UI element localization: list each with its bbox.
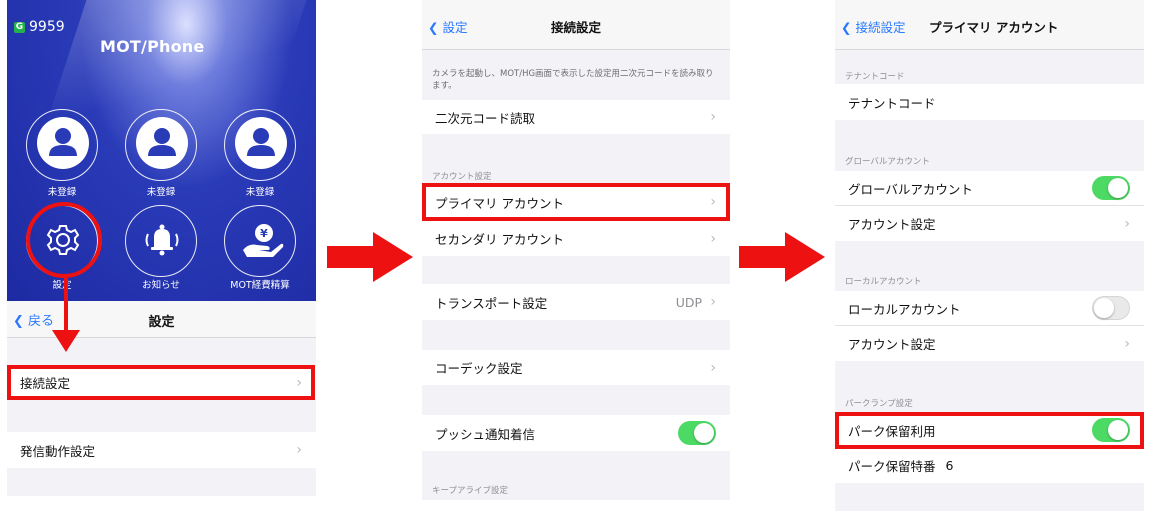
list-item-label: セカンダリ アカウント	[435, 232, 564, 247]
list-item-primary-account[interactable]: プライマリ アカウント ›	[422, 184, 730, 220]
user-icon	[235, 117, 287, 169]
gear-icon	[46, 225, 80, 255]
extension-number-text: 9959	[29, 19, 65, 35]
settings-button[interactable]	[26, 205, 98, 277]
chevron-right-icon: ›	[710, 294, 716, 310]
list-item-secondary-account[interactable]: セカンダリ アカウント ›	[422, 221, 730, 256]
user-icon	[37, 117, 89, 169]
page-title: 接続設定	[550, 20, 601, 35]
chevron-right-icon: ›	[710, 359, 716, 376]
chevron-right-icon: ›	[710, 230, 716, 247]
chevron-right-icon: ›	[296, 442, 302, 458]
list-item-local-account-settings[interactable]: アカウント設定 ›	[835, 326, 1144, 361]
list-item-label: パーク保留特番	[848, 459, 936, 474]
arrow-down-icon	[52, 330, 80, 352]
list-item-label: トランスポート設定	[435, 295, 548, 311]
account-2-button[interactable]	[125, 109, 197, 181]
notice-button[interactable]	[125, 205, 197, 277]
money-hand-icon: ¥	[243, 224, 284, 257]
chevron-right-icon: ›	[710, 194, 716, 210]
list-item-label: テナントコード	[848, 95, 936, 111]
section-header-global: グローバルアカウント	[845, 157, 930, 167]
list-item-park-use: パーク保留利用	[835, 413, 1144, 448]
back-button-label: 接続設定	[855, 20, 906, 35]
list-item-label: 二次元コード読取	[435, 110, 536, 126]
toggle-knob	[1108, 420, 1128, 440]
primary-account-screen: ❮ 接続設定 プライマリ アカウント テナントコード テナントコード グローバル…	[835, 0, 1144, 511]
list-item-label: プライマリ アカウント	[435, 195, 564, 211]
arrow-right-icon	[739, 232, 825, 282]
extension-number: G 9959	[14, 19, 65, 35]
section-header-local: ローカルアカウント	[845, 277, 922, 287]
nav-bar: ❮ 接続設定 プライマリ アカウント	[835, 0, 1144, 50]
app-logo: MOT/Phone	[100, 37, 205, 56]
local-account-toggle[interactable]	[1092, 296, 1130, 320]
list-item-global-account: グローバルアカウント	[835, 171, 1144, 206]
page-title: プライマリ アカウント	[929, 20, 1059, 35]
list-item-label: 接続設定	[20, 376, 71, 391]
user-icon	[136, 117, 188, 169]
push-toggle[interactable]	[678, 421, 716, 445]
chevron-left-icon: ❮	[841, 20, 852, 35]
park-use-toggle[interactable]	[1092, 418, 1130, 442]
qr-description: カメラを起動し、MOT/HG画面で表示した設定用二次元コードを読み取ります。	[432, 69, 714, 91]
list-item-label: ローカルアカウント	[848, 301, 961, 317]
toggle-knob	[1108, 178, 1128, 198]
list-item-label: プッシュ通知着信	[435, 426, 536, 442]
section-header-account: アカウント設定	[432, 172, 492, 182]
list-item-outgoing-settings[interactable]: 発信動作設定 ›	[7, 432, 316, 468]
app-badge-icon: G	[14, 21, 25, 33]
toggle-knob	[1094, 298, 1114, 318]
park-number-value: 6	[945, 458, 954, 473]
list-item-qr-read[interactable]: 二次元コード読取 ›	[422, 100, 730, 134]
expense-button[interactable]: ¥	[224, 205, 296, 277]
bell-icon	[145, 224, 179, 256]
list-item-partial	[7, 496, 316, 511]
back-button[interactable]: ❮ 接続設定	[841, 17, 905, 36]
chevron-right-icon: ›	[1124, 215, 1130, 232]
connection-settings-screen: ❮ 設定 接続設定 カメラを起動し、MOT/HG画面で表示した設定用二次元コード…	[422, 0, 730, 511]
account-3-label: 未登録	[245, 187, 275, 198]
home-screen: G 9959 MOT/Phone 未登録 未登録 未登録 設定 お知らせ ¥ M…	[7, 0, 316, 511]
account-3-button[interactable]	[224, 109, 296, 181]
list-item-park-number[interactable]: パーク保留特番 6	[835, 448, 1144, 483]
page-title: 設定	[148, 315, 175, 330]
list-item-push: プッシュ通知着信	[422, 415, 730, 451]
section-header-tenant: テナントコード	[845, 72, 905, 82]
list-item-transport[interactable]: トランスポート設定 UDP ›	[422, 284, 730, 320]
list-item-label: コーデック設定	[435, 361, 523, 376]
svg-text:¥: ¥	[260, 227, 268, 240]
account-1-label: 未登録	[47, 187, 77, 198]
chevron-right-icon: ›	[710, 109, 716, 125]
arrow-down-shaft	[64, 277, 68, 332]
account-2-label: 未登録	[146, 187, 176, 198]
list-item-label: 発信動作設定	[20, 443, 96, 459]
home-header-panel: G 9959 MOT/Phone 未登録 未登録 未登録 設定 お知らせ ¥ M…	[7, 0, 316, 301]
list-item-label: パーク保留利用	[848, 424, 936, 439]
list-item-codec[interactable]: コーデック設定 ›	[422, 350, 730, 385]
arrow-right-icon	[327, 232, 413, 282]
nav-bar: ❮ 設定 接続設定	[422, 0, 730, 50]
list-item-tenant-code[interactable]: テナントコード	[835, 84, 1144, 120]
list-item-partial	[422, 500, 730, 511]
account-1-button[interactable]	[26, 109, 98, 181]
section-header-park: パークランプ設定	[845, 399, 913, 409]
list-item-global-account-settings[interactable]: アカウント設定 ›	[835, 206, 1144, 241]
global-account-toggle[interactable]	[1092, 176, 1130, 200]
expense-label: MOT経費精算	[230, 280, 290, 291]
notice-label: お知らせ	[142, 280, 180, 291]
list-item-label: アカウント設定	[848, 337, 936, 352]
transport-value: UDP	[675, 294, 702, 310]
chevron-right-icon: ›	[296, 374, 302, 391]
list-item-connection-settings[interactable]: 接続設定 ›	[7, 366, 316, 399]
list-item-label: アカウント設定	[848, 217, 936, 232]
list-item-label: グローバルアカウント	[848, 181, 973, 197]
toggle-knob	[694, 423, 714, 443]
chevron-right-icon: ›	[1124, 335, 1130, 352]
list-item-local-account: ローカルアカウント	[835, 291, 1144, 326]
settings-label: 設定	[52, 280, 72, 291]
section-header-keepalive: キープアライブ設定	[432, 486, 508, 496]
